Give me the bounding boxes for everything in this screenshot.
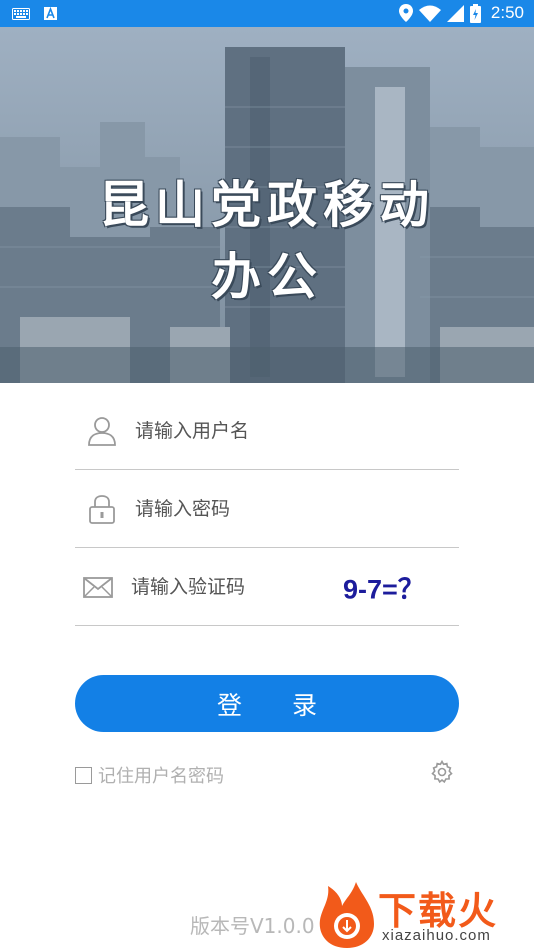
captcha-row: 9-7=？ (75, 548, 459, 626)
lock-icon (89, 494, 115, 524)
user-icon (88, 416, 116, 446)
password-input[interactable] (135, 490, 385, 527)
remember-label: 记住用户名密码 (98, 766, 224, 787)
remember-credentials[interactable]: 记住用户名密码 (75, 762, 224, 788)
username-row (75, 392, 459, 470)
mail-icon (83, 576, 113, 598)
remember-checkbox[interactable] (75, 766, 92, 784)
wifi-icon (418, 5, 441, 22)
version-label: 版本号V1.0.0 (190, 914, 315, 938)
app-title-line1: 昆山党政移动 (99, 176, 435, 234)
battery-icon (469, 3, 481, 23)
flame-logo-icon (319, 882, 374, 948)
a-notification-icon (44, 7, 57, 20)
captcha-image[interactable]: 9-7=？ (343, 567, 425, 606)
hero-banner: 昆山党政移动 办公 (0, 27, 534, 383)
watermark-domain: xiazaihuo.com (382, 927, 491, 944)
settings-gear-icon[interactable] (430, 760, 454, 784)
signal-icon (446, 4, 464, 22)
watermark: 下载火 xiazaihuo.com (316, 880, 534, 950)
clock: 2:50 (490, 3, 524, 22)
keyboard-icon (12, 7, 30, 20)
password-row (75, 470, 459, 548)
captcha-input[interactable] (131, 568, 331, 605)
username-input[interactable] (135, 412, 385, 449)
login-button[interactable]: 登录 (75, 675, 459, 732)
status-bar: 2:50 (0, 0, 534, 27)
app-title-line2: 办公 (211, 248, 323, 306)
location-icon (398, 4, 413, 22)
